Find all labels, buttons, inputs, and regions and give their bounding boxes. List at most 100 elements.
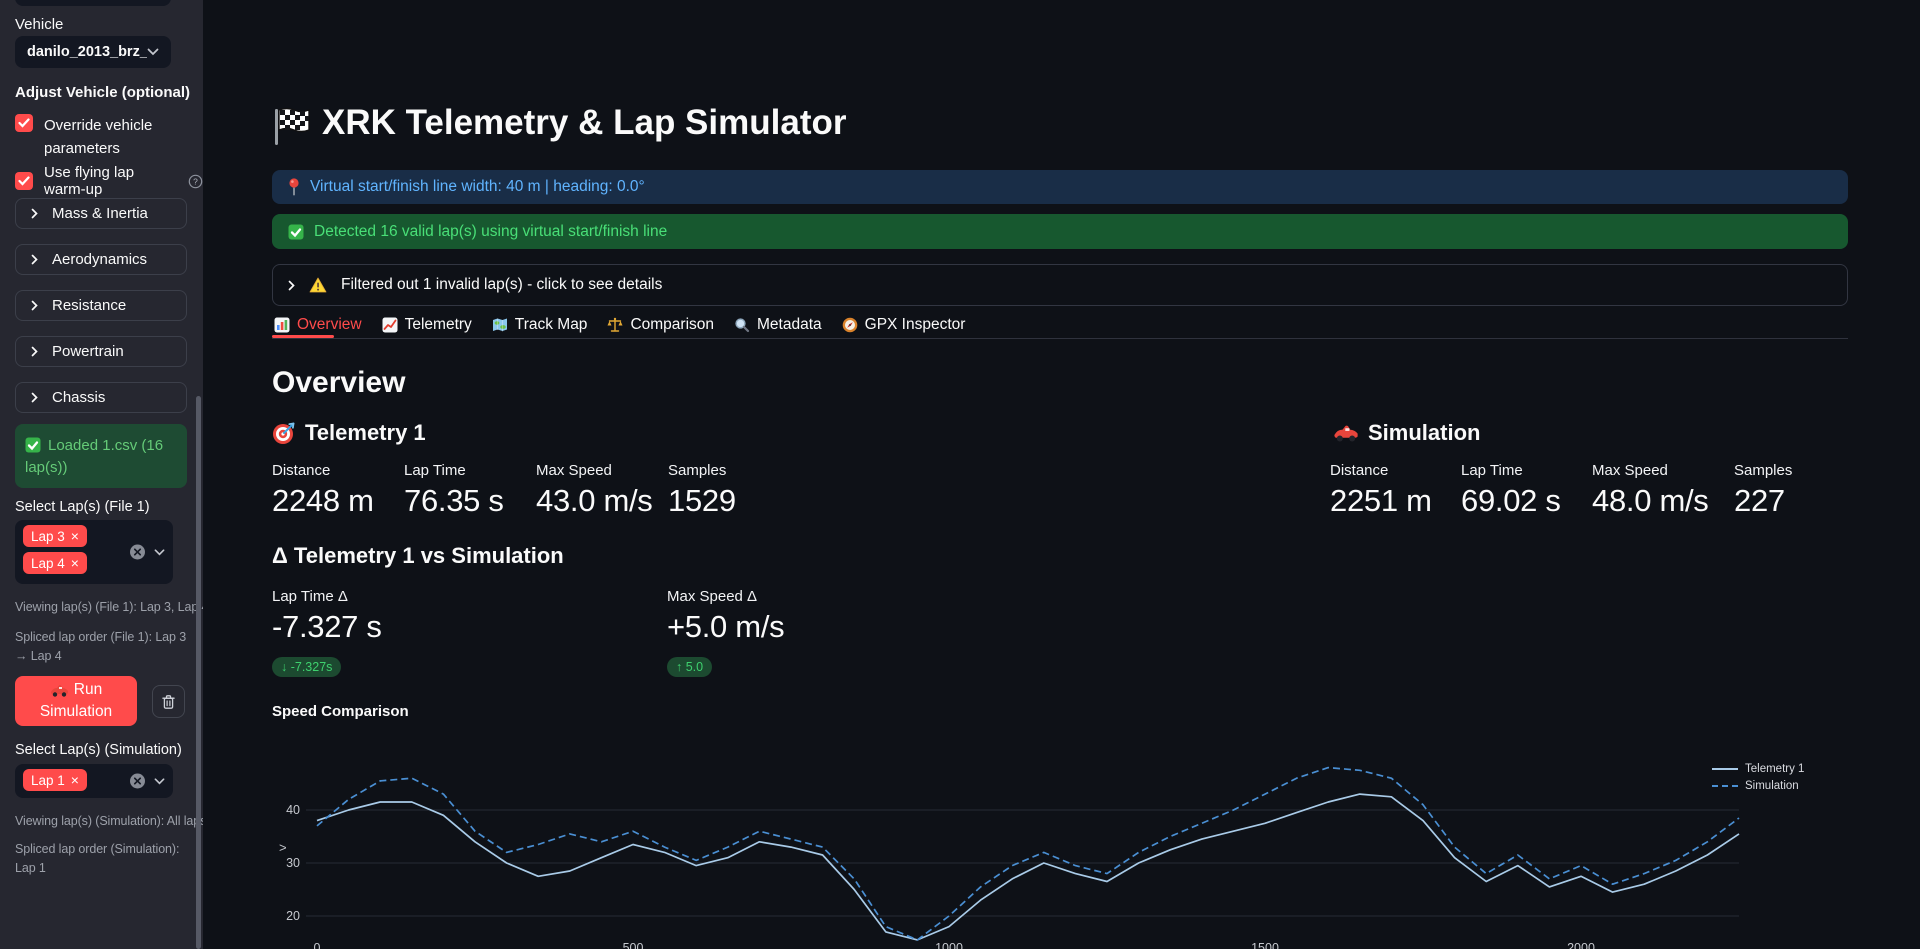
simulation-heading: Simulation [1333, 420, 1480, 446]
run-simulation-button[interactable]: Run Simulation [15, 676, 137, 726]
invalid-laps-expander[interactable]: Filtered out 1 invalid lap(s) - click to… [272, 264, 1848, 306]
metric-samples-telemetry: Samples 1529 [668, 462, 736, 519]
lap-tag-label: Lap 3 [31, 529, 65, 544]
tab-telemetry[interactable]: Telemetry [380, 312, 474, 344]
expander-powertrain[interactable]: Powertrain [15, 336, 187, 367]
tab-comparison[interactable]: Comparison [605, 312, 716, 344]
tab-metadata[interactable]: Metadata [732, 312, 824, 344]
svg-text:1500: 1500 [1251, 941, 1279, 949]
remove-tag-icon[interactable]: × [71, 773, 79, 787]
success-alert: Detected 16 valid lap(s) using virtual s… [272, 214, 1848, 249]
metric-value: 76.35 s [404, 483, 504, 519]
svg-text:30: 30 [286, 856, 300, 870]
metric-maxspeed-simulation: Max Speed 48.0 m/s [1592, 462, 1708, 519]
adjust-vehicle-heading: Adjust Vehicle (optional) [15, 84, 190, 101]
metric-maxspeed-telemetry: Max Speed 43.0 m/s [536, 462, 652, 519]
flying-lap-checkbox[interactable]: Use flying lap warm-up ? [15, 164, 203, 198]
checkbox-label: Override vehicle parameters [44, 114, 176, 161]
vehicle-select-value: danilo_2013_brz_v... [27, 44, 147, 60]
checkbox-checked-icon [15, 172, 33, 190]
lap-tag: Lap 3 × [23, 525, 87, 547]
metric-label: Distance [1330, 462, 1432, 479]
chevron-right-icon [31, 392, 38, 403]
clipped-widget-top[interactable] [15, 0, 171, 6]
check-square-icon [25, 437, 41, 453]
svg-text:20: 20 [286, 909, 300, 923]
page-title: XRK Telemetry & Lap Simulator [322, 103, 846, 143]
chevron-right-icon [31, 346, 38, 357]
lap-tag-label: Lap 4 [31, 556, 65, 571]
race-car-icon [1333, 424, 1359, 442]
race-car-icon [50, 684, 69, 697]
tab-track-map[interactable]: Track Map [490, 312, 590, 344]
metric-value: 2251 m [1330, 483, 1432, 519]
expander-label: Resistance [52, 297, 126, 314]
metric-label: Distance [272, 462, 374, 479]
tab-label: Metadata [757, 316, 822, 334]
lap-tag: Lap 1× [23, 769, 87, 791]
legend-label: Telemetry 1 [1745, 763, 1804, 775]
overview-heading: Overview [272, 366, 405, 400]
magnifier-icon [734, 317, 750, 333]
clear-all-icon[interactable] [129, 773, 146, 790]
clear-simulation-button[interactable] [152, 685, 185, 718]
info-alert: Virtual start/finish line width: 40 m | … [272, 170, 1848, 204]
tab-label: GPX Inspector [865, 316, 966, 334]
sim-spliced-caption: Spliced lap order (Simulation): Lap 1 [15, 840, 201, 878]
checkered-flag-icon [272, 106, 314, 148]
tab-gpx-inspector[interactable]: GPX Inspector [840, 312, 968, 344]
chevron-down-icon[interactable] [154, 548, 165, 556]
remove-tag-icon[interactable]: × [71, 529, 79, 543]
file1-viewing-caption: Viewing lap(s) (File 1): Lap 3, Lap 4 [15, 598, 203, 617]
telemetry1-title: Telemetry 1 [305, 420, 426, 446]
sim-multiselect[interactable]: Lap 1× [15, 764, 173, 798]
expander-label: Powertrain [52, 343, 124, 360]
expander-label: Mass & Inertia [52, 205, 148, 222]
delta-heading: Δ Telemetry 1 vs Simulation [272, 543, 564, 569]
loaded-message: Loaded 1.csv (16 lap(s)) [25, 437, 163, 476]
tab-bar: Overview Telemetry Track Map Comparison … [272, 312, 967, 344]
metric-laptime-delta: Lap Time Δ -7.327 s ↓ -7.327s [272, 588, 382, 677]
warning-icon [309, 277, 327, 293]
file1-multiselect-label: Select Lap(s) (File 1) [15, 499, 150, 515]
file1-multiselect[interactable]: Lap 3 × Lap 4 × [15, 520, 173, 584]
trash-icon [161, 694, 176, 710]
metric-label: Samples [1734, 462, 1792, 479]
legend-item-telemetry[interactable]: Telemetry 1 [1712, 760, 1804, 777]
delta-badge: ↑ 5.0 [667, 657, 712, 677]
world-map-icon [492, 318, 508, 332]
chart-legend: Telemetry 1 Simulation [1712, 760, 1804, 794]
chevron-down-icon[interactable] [154, 777, 165, 785]
tab-overview[interactable]: Overview [272, 312, 364, 344]
loaded-file-success: Loaded 1.csv (16 lap(s)) [15, 424, 187, 488]
expander-mass-inertia[interactable]: Mass & Inertia [15, 198, 187, 229]
metric-laptime-simulation: Lap Time 69.02 s [1461, 462, 1561, 519]
info-alert-text: Virtual start/finish line width: 40 m | … [310, 178, 645, 196]
metric-value: 2248 m [272, 483, 374, 519]
remove-tag-icon[interactable]: × [71, 556, 79, 570]
clear-all-icon[interactable] [129, 544, 146, 561]
chevron-right-icon [288, 280, 295, 291]
metric-maxspeed-delta: Max Speed Δ +5.0 m/s ↑ 5.0 [667, 588, 784, 677]
tab-label: Comparison [630, 316, 714, 334]
sidebar-scrollbar[interactable] [196, 396, 201, 949]
svg-text:0: 0 [314, 941, 321, 949]
metric-samples-simulation: Samples 227 [1734, 462, 1792, 519]
help-icon[interactable]: ? [188, 174, 203, 189]
file1-spliced-caption: Spliced lap order (File 1): Lap 3 → Lap … [15, 628, 201, 666]
metric-distance-simulation: Distance 2251 m [1330, 462, 1432, 519]
expander-aerodynamics[interactable]: Aerodynamics [15, 244, 187, 275]
vehicle-select[interactable]: danilo_2013_brz_v... [15, 36, 171, 68]
simulation-title: Simulation [1368, 420, 1480, 446]
expander-chassis[interactable]: Chassis [15, 382, 187, 413]
override-params-checkbox[interactable]: Override vehicle parameters [15, 114, 176, 161]
round-pushpin-icon [288, 178, 300, 197]
expander-resistance[interactable]: Resistance [15, 290, 187, 321]
legend-label: Simulation [1745, 780, 1799, 792]
sim-viewing-caption: Viewing lap(s) (Simulation): All laps [15, 812, 203, 831]
metric-label: Lap Time [404, 462, 504, 479]
target-icon [272, 421, 296, 445]
expander-label: Aerodynamics [52, 251, 147, 268]
metric-value: 48.0 m/s [1592, 483, 1708, 519]
legend-item-simulation[interactable]: Simulation [1712, 777, 1804, 794]
